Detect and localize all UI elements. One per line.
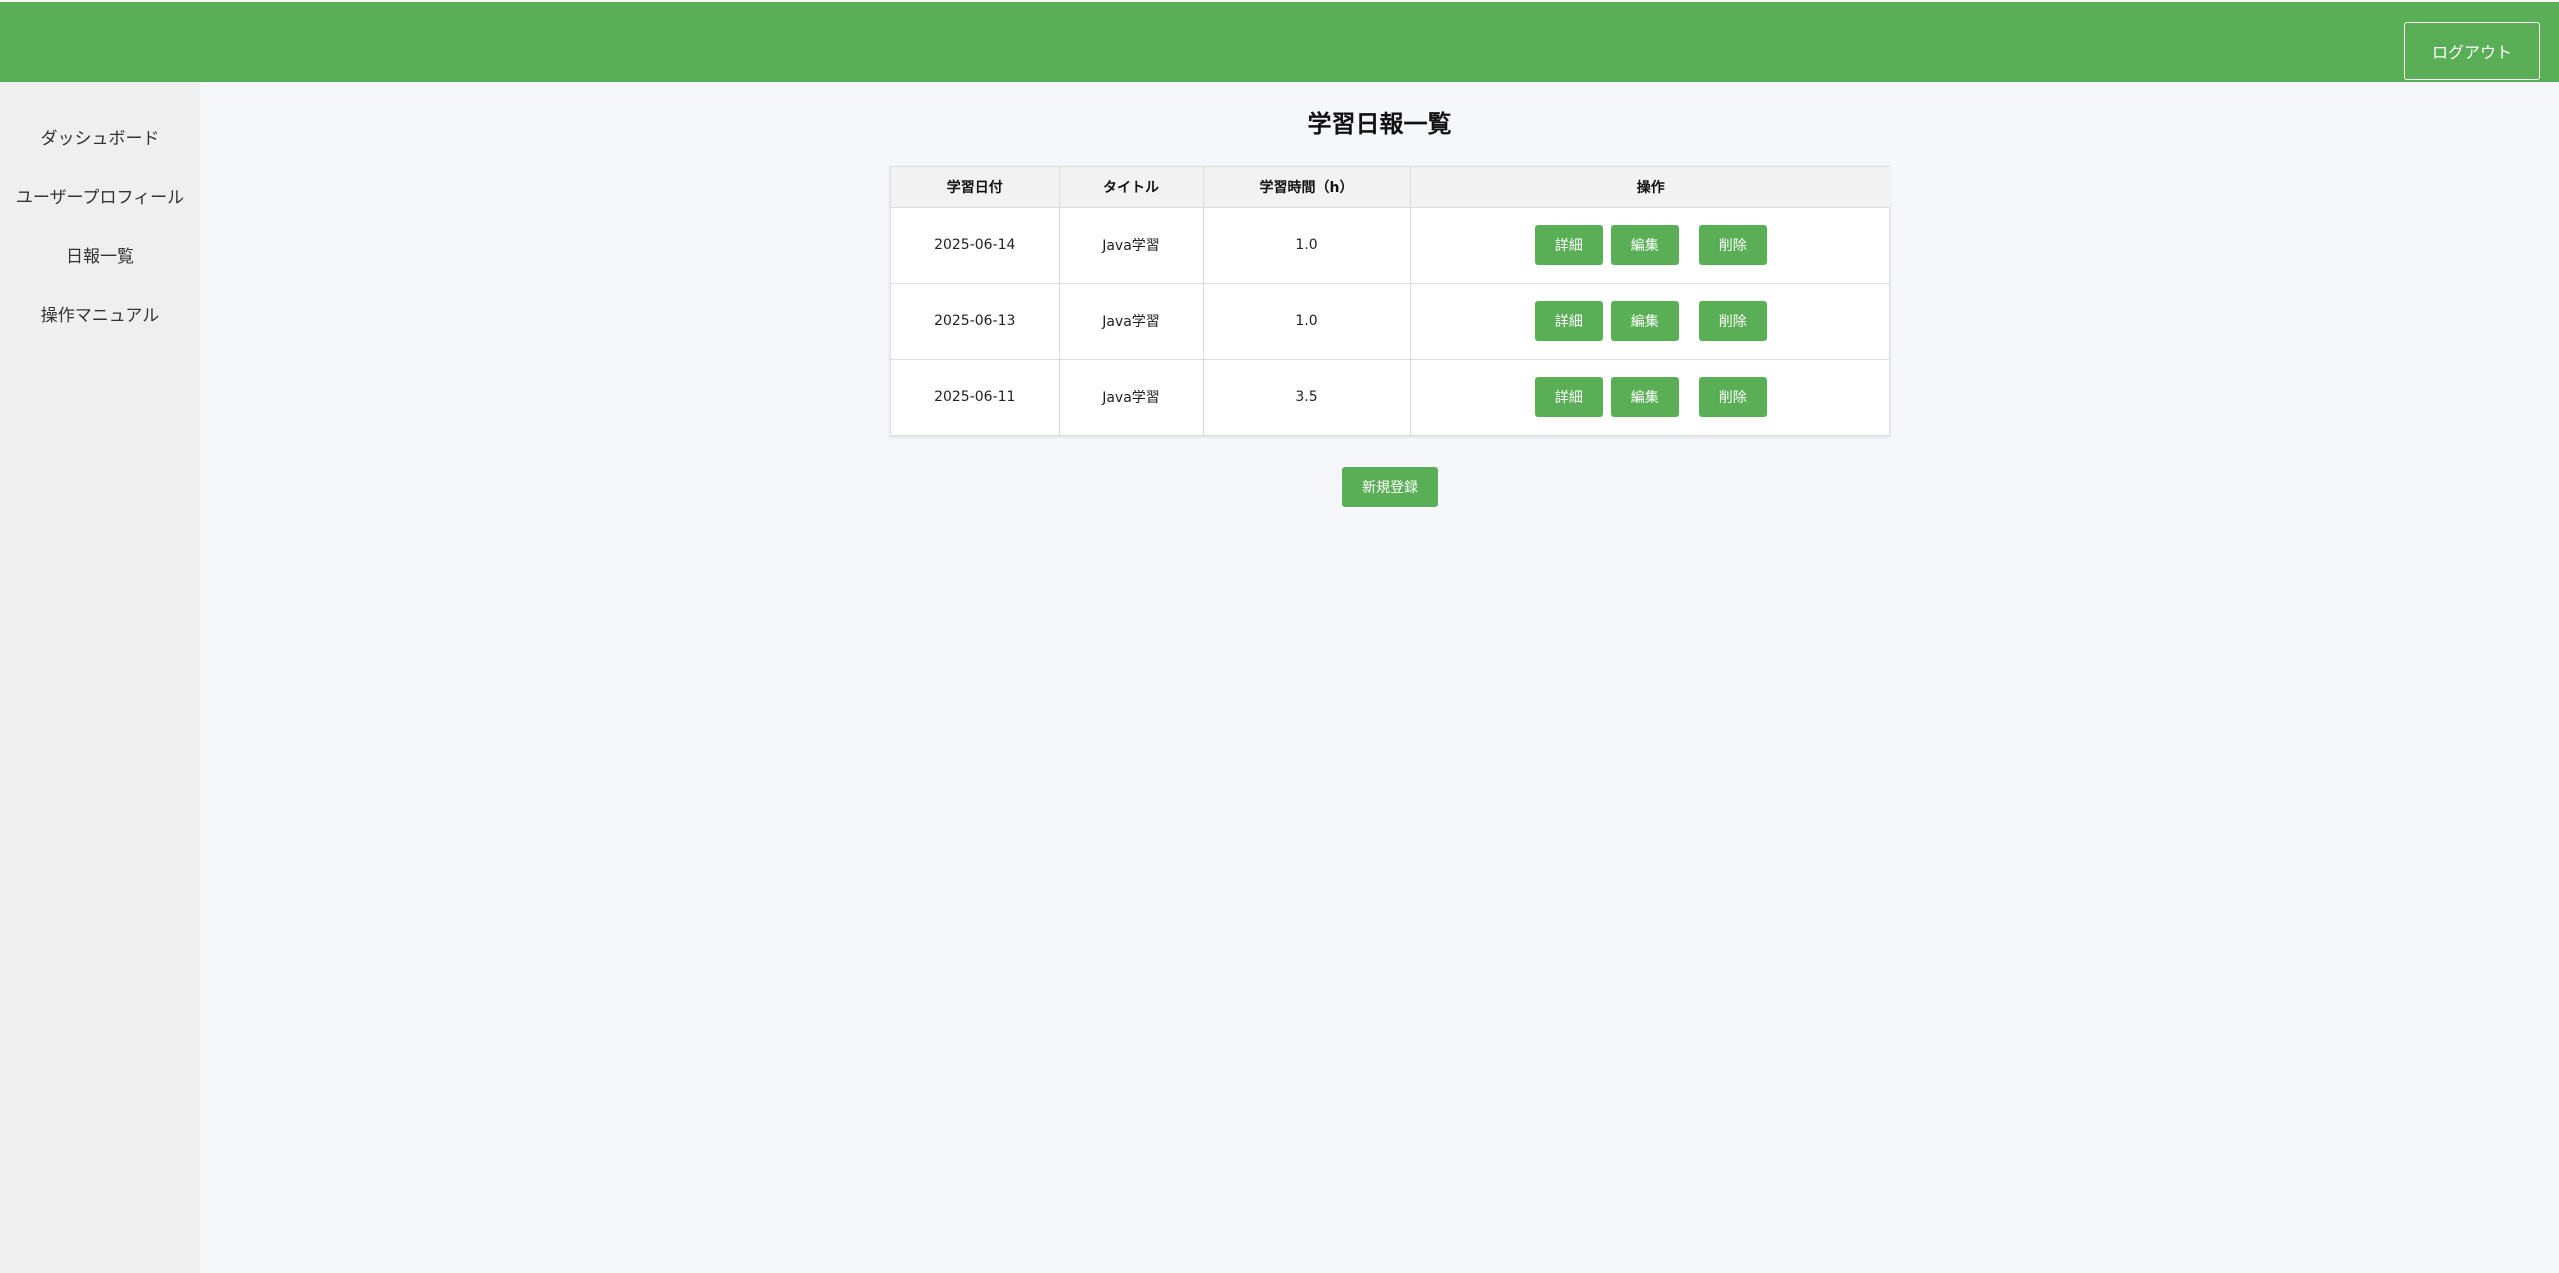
column-header-date: 学習日付 [891,167,1060,208]
cell-title: Java学習 [1059,283,1204,360]
column-header-hours: 学習時間（h） [1203,167,1411,208]
report-table-container: 学習日付 タイトル 学習時間（h） 操作 2025-06-14 Java学習 1… [890,166,1891,436]
main-content: 学習日報一覧 学習日付 タイトル 学習時間（h） 操作 2025-06-14 J… [200,82,2559,1273]
column-header-actions: 操作 [1410,167,1891,208]
delete-button[interactable]: 削除 [1698,301,1767,341]
cell-actions: 詳細 編集 削除 [1410,207,1891,284]
sidebar-item-report-list[interactable]: 日報一覧 [0,237,200,277]
table-row: 2025-06-14 Java学習 1.0 詳細 編集 削除 [891,207,1891,284]
table-row: 2025-06-13 Java学習 1.0 詳細 編集 削除 [891,283,1891,360]
sidebar-item-user-profile[interactable]: ユーザープロフィール [0,178,200,218]
sidebar-item-dashboard[interactable]: ダッシュボード [0,119,200,159]
sidebar: ダッシュボード ユーザープロフィール 日報一覧 操作マニュアル [0,82,200,1273]
table-header-row: 学習日付 タイトル 学習時間（h） 操作 [891,167,1891,208]
detail-button[interactable]: 詳細 [1534,225,1603,265]
cell-title: Java学習 [1059,207,1204,284]
cell-date: 2025-06-13 [891,283,1060,360]
edit-button[interactable]: 編集 [1610,225,1679,265]
table-row: 2025-06-11 Java学習 3.5 詳細 編集 削除 [891,359,1891,435]
cell-date: 2025-06-11 [891,359,1060,435]
cell-hours: 1.0 [1203,207,1411,284]
detail-button[interactable]: 詳細 [1534,377,1603,418]
cell-hours: 1.0 [1203,283,1411,360]
page-title: 学習日報一覧 [1307,110,1452,138]
cell-actions: 詳細 編集 削除 [1410,283,1891,360]
edit-button[interactable]: 編集 [1610,377,1679,418]
cell-date: 2025-06-14 [891,207,1060,284]
sidebar-item-manual[interactable]: 操作マニュアル [0,296,200,336]
column-header-title: タイトル [1059,167,1204,208]
delete-button[interactable]: 削除 [1698,377,1767,418]
new-register-button[interactable]: 新規登録 [1342,467,1438,507]
cell-title: Java学習 [1059,359,1204,435]
cell-actions: 詳細 編集 削除 [1410,359,1891,435]
cell-hours: 3.5 [1203,359,1411,435]
top-header: ログアウト [0,2,2559,82]
edit-button[interactable]: 編集 [1610,301,1679,341]
detail-button[interactable]: 詳細 [1534,301,1603,341]
logout-button[interactable]: ログアウト [2404,22,2540,80]
report-table: 学習日付 タイトル 学習時間（h） 操作 2025-06-14 Java学習 1… [891,167,1891,435]
delete-button[interactable]: 削除 [1698,225,1767,265]
